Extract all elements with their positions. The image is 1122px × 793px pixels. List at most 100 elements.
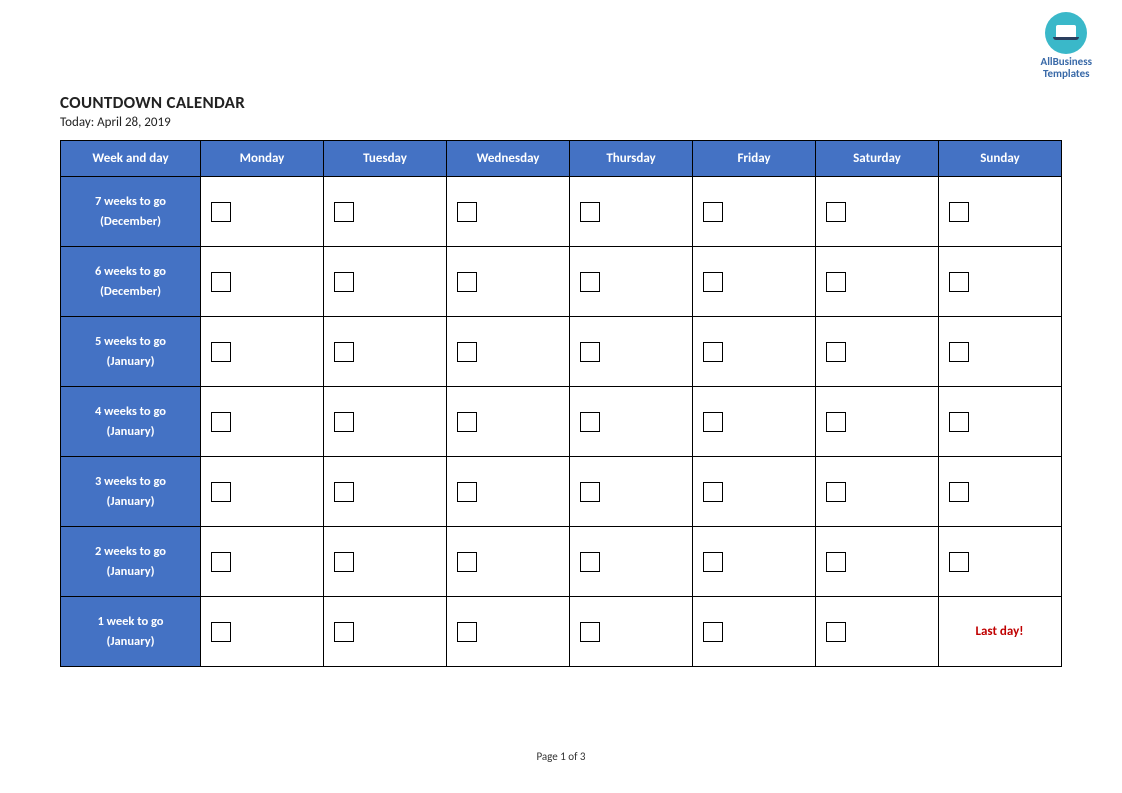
- row-label: 5 weeks to go(January): [61, 317, 201, 387]
- day-cell: [201, 387, 324, 457]
- page-indicator: Page 1 of 3: [0, 750, 1122, 763]
- checkbox-icon[interactable]: [949, 482, 969, 502]
- day-cell: [693, 597, 816, 667]
- day-cell: [939, 387, 1062, 457]
- day-cell: [324, 527, 447, 597]
- checkbox-icon[interactable]: [457, 272, 477, 292]
- day-cell: [570, 177, 693, 247]
- table-row: 4 weeks to go(January): [61, 387, 1062, 457]
- checkbox-icon[interactable]: [703, 622, 723, 642]
- row-label: 2 weeks to go(January): [61, 527, 201, 597]
- day-cell: [693, 177, 816, 247]
- col-wednesday: Wednesday: [447, 141, 570, 177]
- col-monday: Monday: [201, 141, 324, 177]
- checkbox-icon[interactable]: [580, 482, 600, 502]
- day-cell: [816, 597, 939, 667]
- checkbox-icon[interactable]: [211, 202, 231, 222]
- checkbox-icon[interactable]: [949, 412, 969, 432]
- checkbox-icon[interactable]: [580, 412, 600, 432]
- checkbox-icon[interactable]: [949, 202, 969, 222]
- checkbox-icon[interactable]: [211, 412, 231, 432]
- checkbox-icon[interactable]: [334, 272, 354, 292]
- checkbox-icon[interactable]: [457, 412, 477, 432]
- checkbox-icon[interactable]: [334, 412, 354, 432]
- checkbox-icon[interactable]: [211, 622, 231, 642]
- checkbox-icon[interactable]: [334, 552, 354, 572]
- day-cell: [324, 247, 447, 317]
- today-date: Today: April 28, 2019: [60, 115, 245, 130]
- checkbox-icon[interactable]: [826, 342, 846, 362]
- row-label: 1 week to go(January): [61, 597, 201, 667]
- checkbox-icon[interactable]: [580, 622, 600, 642]
- day-cell: [447, 317, 570, 387]
- checkbox-icon[interactable]: [334, 342, 354, 362]
- col-sunday: Sunday: [939, 141, 1062, 177]
- day-cell: [939, 247, 1062, 317]
- day-cell: [447, 247, 570, 317]
- day-cell: [324, 177, 447, 247]
- checkbox-icon[interactable]: [334, 202, 354, 222]
- checkbox-icon[interactable]: [457, 202, 477, 222]
- checkbox-icon[interactable]: [457, 342, 477, 362]
- checkbox-icon[interactable]: [703, 202, 723, 222]
- day-cell: [816, 457, 939, 527]
- col-week-and-day: Week and day: [61, 141, 201, 177]
- day-cell: [447, 597, 570, 667]
- day-cell: [816, 527, 939, 597]
- checkbox-icon[interactable]: [580, 272, 600, 292]
- day-cell: [324, 457, 447, 527]
- checkbox-icon[interactable]: [703, 552, 723, 572]
- col-saturday: Saturday: [816, 141, 939, 177]
- day-cell: [570, 247, 693, 317]
- checkbox-icon[interactable]: [826, 202, 846, 222]
- day-cell: [816, 247, 939, 317]
- checkbox-icon[interactable]: [703, 342, 723, 362]
- checkbox-icon[interactable]: [703, 412, 723, 432]
- checkbox-icon[interactable]: [949, 552, 969, 572]
- day-cell: [570, 457, 693, 527]
- col-thursday: Thursday: [570, 141, 693, 177]
- checkbox-icon[interactable]: [826, 552, 846, 572]
- day-cell: Last day!: [939, 597, 1062, 667]
- checkbox-icon[interactable]: [211, 272, 231, 292]
- row-label: 7 weeks to go(December): [61, 177, 201, 247]
- day-cell: [693, 317, 816, 387]
- checkbox-icon[interactable]: [703, 272, 723, 292]
- checkbox-icon[interactable]: [826, 412, 846, 432]
- day-cell: [939, 527, 1062, 597]
- checkbox-icon[interactable]: [580, 342, 600, 362]
- checkbox-icon[interactable]: [334, 482, 354, 502]
- checkbox-icon[interactable]: [457, 552, 477, 572]
- checkbox-icon[interactable]: [949, 272, 969, 292]
- day-cell: [447, 387, 570, 457]
- table-row: 3 weeks to go(January): [61, 457, 1062, 527]
- checkbox-icon[interactable]: [826, 622, 846, 642]
- checkbox-icon[interactable]: [580, 202, 600, 222]
- checkbox-icon[interactable]: [457, 622, 477, 642]
- checkbox-icon[interactable]: [457, 482, 477, 502]
- checkbox-icon[interactable]: [211, 342, 231, 362]
- day-cell: [201, 527, 324, 597]
- day-cell: [447, 527, 570, 597]
- day-cell: [201, 247, 324, 317]
- day-cell: [570, 597, 693, 667]
- day-cell: [324, 317, 447, 387]
- table-row: 1 week to go(January) Last day!: [61, 597, 1062, 667]
- day-cell: [939, 457, 1062, 527]
- checkbox-icon[interactable]: [826, 482, 846, 502]
- checkbox-icon[interactable]: [211, 552, 231, 572]
- checkbox-icon[interactable]: [703, 482, 723, 502]
- checkbox-icon[interactable]: [211, 482, 231, 502]
- brand-line2: Templates: [1041, 68, 1092, 80]
- checkbox-icon[interactable]: [826, 272, 846, 292]
- day-cell: [693, 527, 816, 597]
- table-body: 7 weeks to go(December)6 weeks to go(Dec…: [61, 177, 1062, 667]
- checkbox-icon[interactable]: [580, 552, 600, 572]
- calendar-table-wrap: Week and dayMondayTuesdayWednesdayThursd…: [60, 140, 1062, 667]
- day-cell: [447, 177, 570, 247]
- table-row: 2 weeks to go(January): [61, 527, 1062, 597]
- checkbox-icon[interactable]: [949, 342, 969, 362]
- day-cell: [939, 317, 1062, 387]
- checkbox-icon[interactable]: [334, 622, 354, 642]
- day-cell: [816, 387, 939, 457]
